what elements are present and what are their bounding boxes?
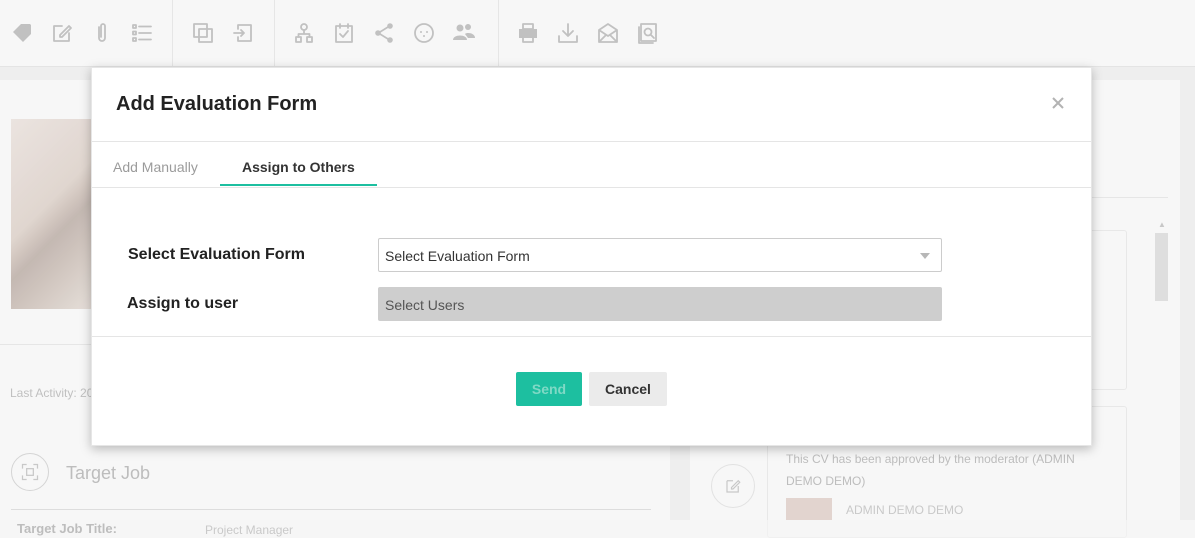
modal-title: Add Evaluation Form [116,93,318,115]
target-job-label: Target Job Title: [17,521,117,536]
divider [92,336,1091,337]
chevron-down-icon [920,253,930,259]
add-evaluation-form-modal: Add Evaluation Form Add Manually Assign … [91,67,1092,446]
divider [92,141,1091,142]
evaluation-form-label: Select Evaluation Form [128,246,305,263]
close-icon[interactable] [1047,92,1069,114]
users-select[interactable]: Select Users [378,287,942,321]
target-job-value: Project Manager [205,523,294,537]
evaluation-form-select[interactable]: Select Evaluation Form [378,238,942,272]
active-tab-indicator [220,184,377,186]
evaluation-form-value: Select Evaluation Form [385,248,530,264]
assign-user-label: Assign to user [127,295,239,312]
tab-assign-to-others[interactable]: Assign to Others [242,159,355,175]
users-select-value: Select Users [385,297,465,313]
divider [92,187,1091,188]
send-button[interactable]: Send [516,372,582,406]
cancel-button[interactable]: Cancel [589,372,667,406]
tab-add-manually[interactable]: Add Manually [113,159,198,175]
